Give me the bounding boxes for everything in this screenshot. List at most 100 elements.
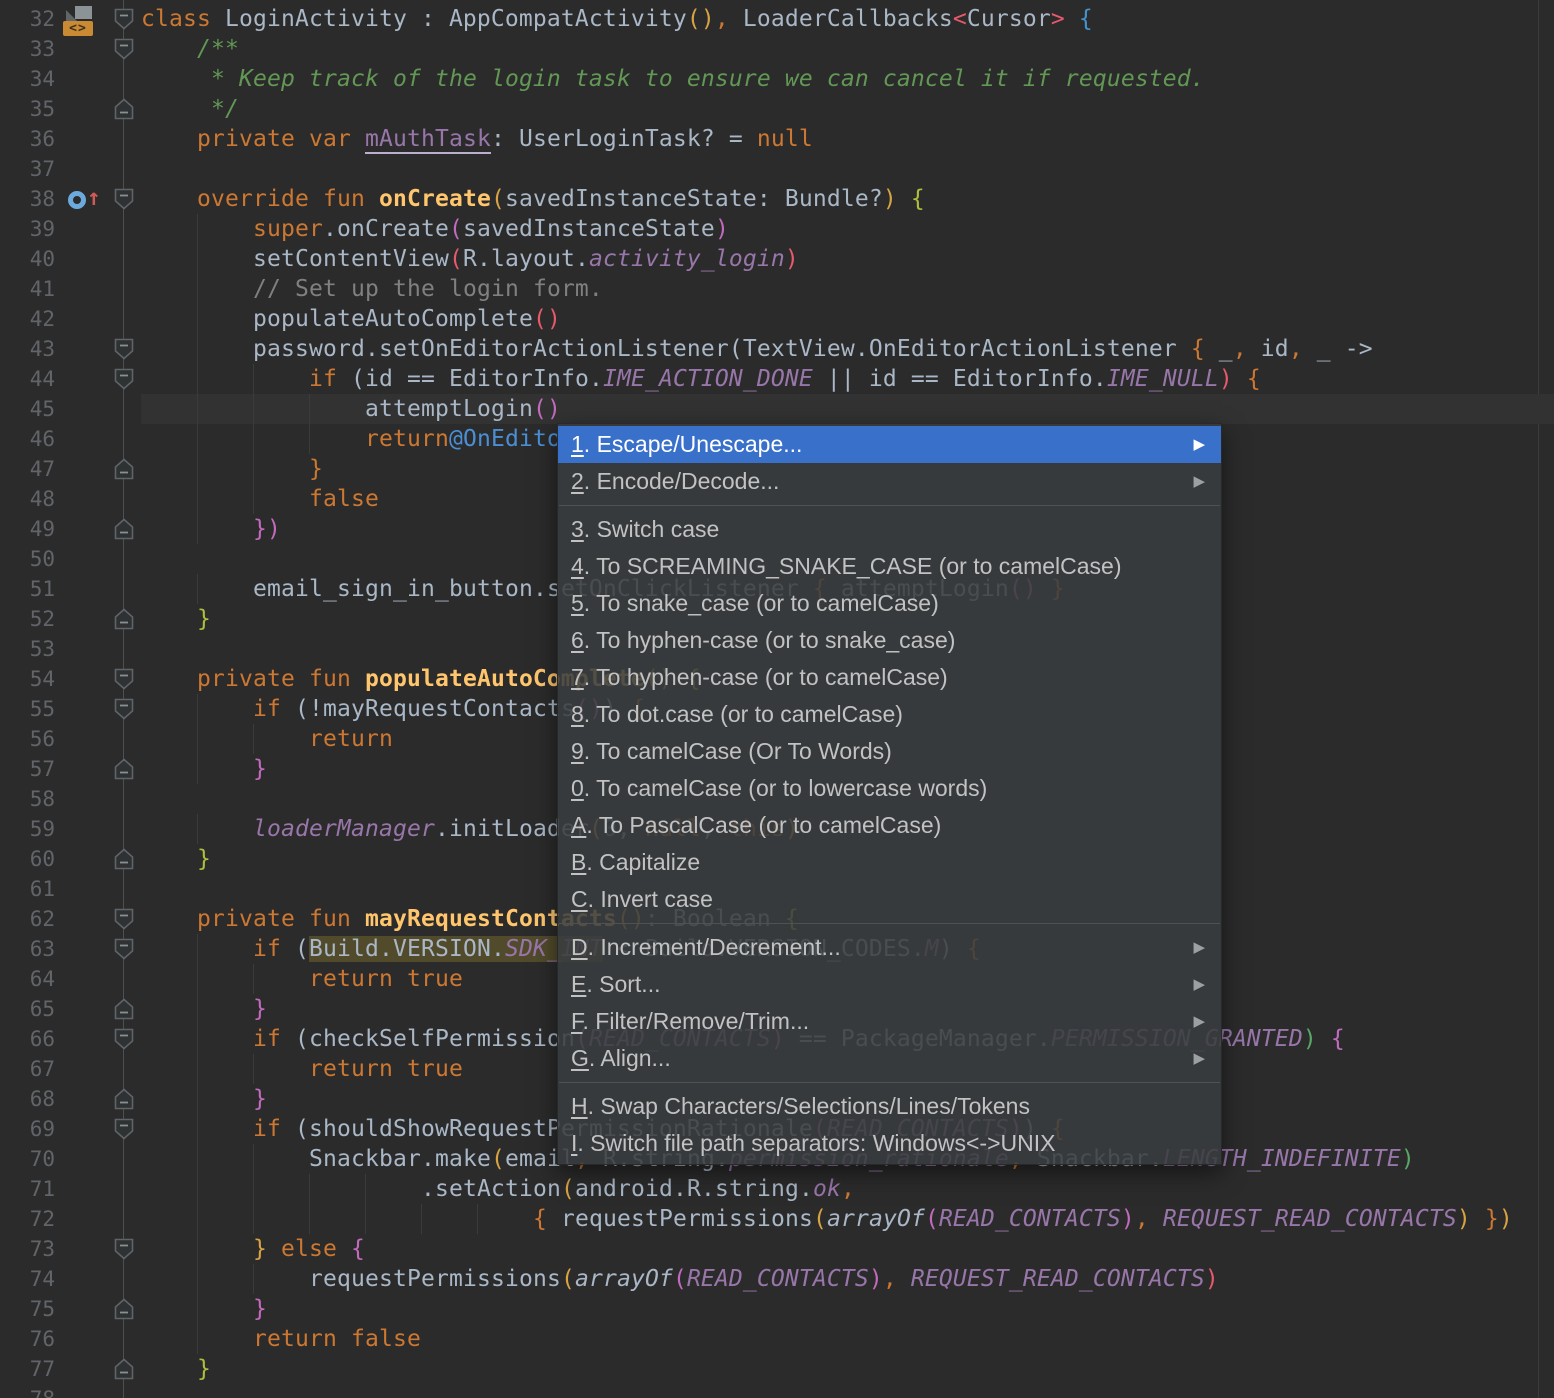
gutter[interactable]: 38 ↑: [0, 184, 141, 214]
gutter[interactable]: 33: [0, 34, 141, 64]
override-up-arrow-icon[interactable]: ↑: [87, 183, 101, 213]
code-text[interactable]: populateAutoComplete(): [141, 304, 1554, 334]
fold-end-icon[interactable]: [114, 518, 134, 540]
code-line-42[interactable]: 42 populateAutoComplete(): [0, 304, 1554, 334]
gutter[interactable]: 41: [0, 274, 141, 304]
gutter[interactable]: 70: [0, 1144, 141, 1174]
fold-column[interactable]: [107, 1054, 141, 1084]
line-number[interactable]: 45: [0, 394, 55, 424]
fold-column[interactable]: [107, 484, 141, 514]
fold-end-icon[interactable]: [114, 98, 134, 120]
fold-column[interactable]: [107, 1204, 141, 1234]
gutter[interactable]: 57: [0, 754, 141, 784]
gutter[interactable]: 45: [0, 394, 141, 424]
fold-collapse-icon[interactable]: [114, 1118, 134, 1140]
line-number[interactable]: 64: [0, 964, 55, 994]
code-line-76[interactable]: 76 return false: [0, 1324, 1554, 1354]
fold-column[interactable]: [107, 64, 141, 94]
line-number[interactable]: 61: [0, 874, 55, 904]
line-number[interactable]: 67: [0, 1054, 55, 1084]
line-number[interactable]: 37: [0, 154, 55, 184]
line-number[interactable]: 78: [0, 1384, 55, 1398]
code-text[interactable]: override fun onCreate(savedInstanceState…: [141, 184, 1554, 214]
menu-item-0-to-camelcase-or-to-lowercase-words[interactable]: 0. To camelCase (or to lowercase words): [558, 770, 1221, 807]
fold-column[interactable]: [107, 394, 141, 424]
fold-column[interactable]: [107, 964, 141, 994]
line-number[interactable]: 48: [0, 484, 55, 514]
code-text[interactable]: }: [141, 1354, 1554, 1384]
line-number[interactable]: 41: [0, 274, 55, 304]
fold-column[interactable]: [107, 1264, 141, 1294]
code-text[interactable]: { requestPermissions(arrayOf(READ_CONTAC…: [141, 1204, 1554, 1234]
menu-item-A-to-pascalcase-or-to-camelcase[interactable]: A. To PascalCase (or to camelCase): [558, 807, 1221, 844]
fold-end-icon[interactable]: [114, 758, 134, 780]
gutter[interactable]: 72: [0, 1204, 141, 1234]
fold-column[interactable]: [107, 1324, 141, 1354]
code-text[interactable]: super.onCreate(savedInstanceState): [141, 214, 1554, 244]
menu-item-E-sort[interactable]: E. Sort... ▶: [558, 966, 1221, 1003]
line-number[interactable]: 51: [0, 574, 55, 604]
gutter[interactable]: 40: [0, 244, 141, 274]
line-number[interactable]: 38: [0, 184, 55, 214]
fold-column[interactable]: [107, 694, 141, 724]
class-file-icon[interactable]: [66, 6, 92, 21]
code-line-72[interactable]: 72 { requestPermissions(arrayOf(READ_CON…: [0, 1204, 1554, 1234]
line-number[interactable]: 74: [0, 1264, 55, 1294]
menu-item-7-to-hyphen-case-or-to-camelcase[interactable]: 7. To hyphen-case (or to camelCase): [558, 659, 1221, 696]
fold-collapse-icon[interactable]: [114, 8, 134, 30]
fold-column[interactable]: [107, 154, 141, 184]
gutter[interactable]: 44: [0, 364, 141, 394]
code-text[interactable]: */: [141, 94, 1554, 124]
line-number[interactable]: 60: [0, 844, 55, 874]
gutter[interactable]: 50: [0, 544, 141, 574]
code-line-71[interactable]: 71 .setAction(android.R.string.ok,: [0, 1174, 1554, 1204]
gutter[interactable]: 54: [0, 664, 141, 694]
line-number[interactable]: 44: [0, 364, 55, 394]
menu-item-C-invert-case[interactable]: C. Invert case: [558, 881, 1221, 918]
fold-column[interactable]: [107, 94, 141, 124]
fold-column[interactable]: [107, 1144, 141, 1174]
gutter[interactable]: 58: [0, 784, 141, 814]
line-number[interactable]: 54: [0, 664, 55, 694]
code-line-44[interactable]: 44 if (id == EditorInfo.IME_ACTION_DONE …: [0, 364, 1554, 394]
fold-end-icon[interactable]: [114, 458, 134, 480]
code-line-35[interactable]: 35 */: [0, 94, 1554, 124]
fold-column[interactable]: [107, 1294, 141, 1324]
code-line-34[interactable]: 34 * Keep track of the login task to ens…: [0, 64, 1554, 94]
fold-collapse-icon[interactable]: [114, 38, 134, 60]
menu-item-D-increment-decrement[interactable]: D. Increment/Decrement... ▶: [558, 929, 1221, 966]
gutter[interactable]: 63: [0, 934, 141, 964]
code-text[interactable]: private var mAuthTask: UserLoginTask? = …: [141, 124, 1554, 154]
gutter[interactable]: 46: [0, 424, 141, 454]
line-number[interactable]: 57: [0, 754, 55, 784]
fold-column[interactable]: [107, 874, 141, 904]
gutter[interactable]: 66: [0, 1024, 141, 1054]
fold-column[interactable]: [107, 424, 141, 454]
fold-column[interactable]: [107, 1354, 141, 1384]
line-number[interactable]: 76: [0, 1324, 55, 1354]
gutter[interactable]: 32 <>: [0, 4, 141, 36]
line-number[interactable]: 70: [0, 1144, 55, 1174]
gutter[interactable]: 69: [0, 1114, 141, 1144]
code-text[interactable]: // Set up the login form.: [141, 274, 1554, 304]
fold-column[interactable]: [107, 1084, 141, 1114]
fold-column[interactable]: [107, 904, 141, 934]
code-line-73[interactable]: 73 } else {: [0, 1234, 1554, 1264]
menu-item-I-switch-file-path-separators-windows-unix[interactable]: I. Switch file path separators: Windows<…: [558, 1125, 1221, 1162]
fold-collapse-icon[interactable]: [114, 368, 134, 390]
fold-column[interactable]: [107, 574, 141, 604]
fold-column[interactable]: [107, 1174, 141, 1204]
fold-end-icon[interactable]: [114, 1298, 134, 1320]
line-number[interactable]: 39: [0, 214, 55, 244]
code-line-33[interactable]: 33 /**: [0, 34, 1554, 64]
line-number[interactable]: 72: [0, 1204, 55, 1234]
gutter[interactable]: 48: [0, 484, 141, 514]
code-text[interactable]: [141, 154, 1554, 184]
gutter[interactable]: 68: [0, 1084, 141, 1114]
gutter[interactable]: 43: [0, 334, 141, 364]
code-text[interactable]: setContentView(R.layout.activity_login): [141, 244, 1554, 274]
gutter[interactable]: 71: [0, 1174, 141, 1204]
gutter[interactable]: 47: [0, 454, 141, 484]
code-text[interactable]: requestPermissions(arrayOf(READ_CONTACTS…: [141, 1264, 1554, 1294]
code-text[interactable]: if (id == EditorInfo.IME_ACTION_DONE || …: [141, 364, 1554, 394]
